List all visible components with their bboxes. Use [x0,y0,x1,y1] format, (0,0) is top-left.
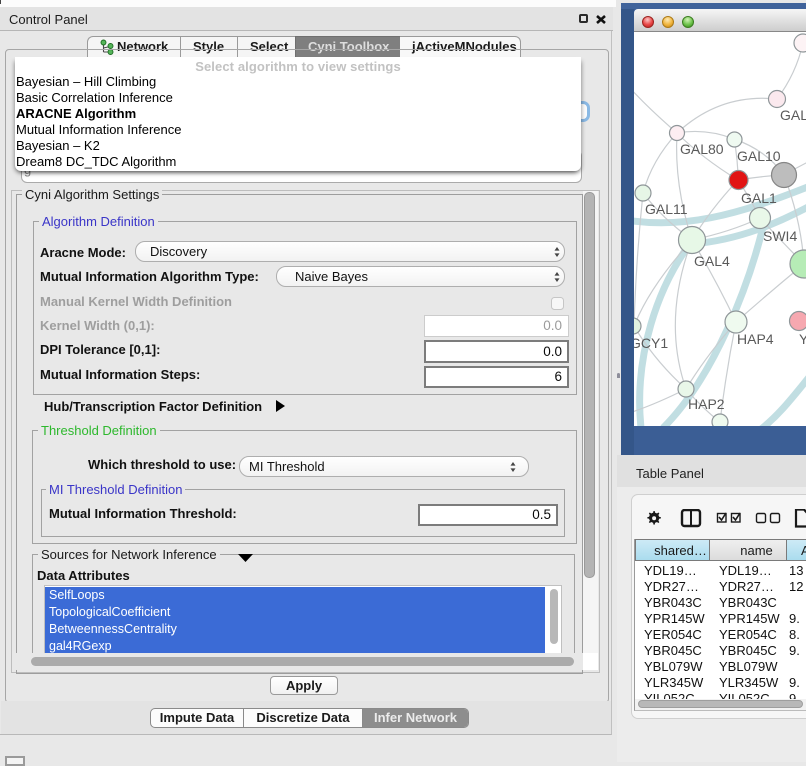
svg-text:GAL11: GAL11 [645,201,688,217]
svg-text:GCY1: GCY1 [634,335,668,351]
svg-text:HAP4: HAP4 [737,331,774,347]
svg-text:GAL4: GAL4 [694,253,730,269]
svg-text:GAL10: GAL10 [737,148,781,164]
svg-text:SWI4: SWI4 [763,228,797,244]
svg-text:Y: Y [799,331,806,347]
svg-text:GAL1: GAL1 [741,190,777,206]
svg-text:HAP2: HAP2 [688,396,725,412]
svg-text:GAL80: GAL80 [680,141,724,157]
svg-text:GAL7: GAL7 [780,107,806,123]
